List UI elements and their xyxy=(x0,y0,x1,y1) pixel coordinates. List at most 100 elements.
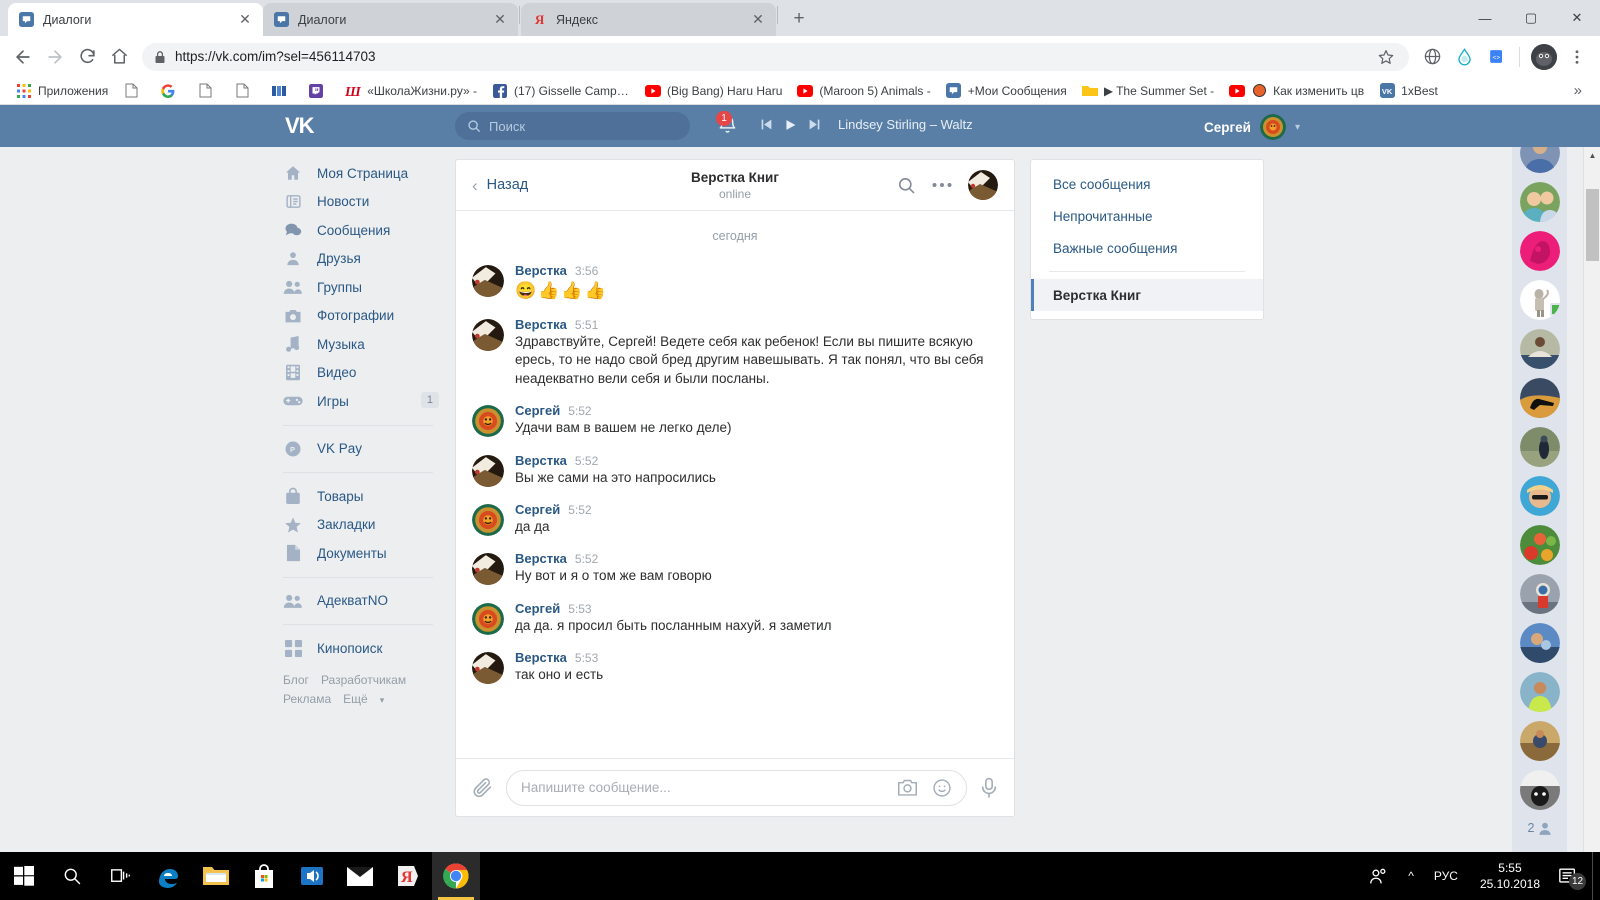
sidebar-item-photos[interactable]: Фотографии xyxy=(275,302,441,331)
avatar[interactable] xyxy=(472,602,504,635)
footer-link-devs[interactable]: Разработчикам xyxy=(321,673,406,687)
mail-button[interactable] xyxy=(336,852,384,900)
new-tab-button[interactable]: + xyxy=(785,5,813,33)
friend-avatar[interactable] xyxy=(1519,280,1560,320)
friend-avatar[interactable] xyxy=(1519,770,1560,810)
footer-link-blog[interactable]: Блог xyxy=(283,673,309,687)
avatar[interactable] xyxy=(472,504,504,537)
message-input[interactable]: Напишите сообщение... xyxy=(506,769,967,806)
message-author[interactable]: Верстка xyxy=(515,650,567,665)
bookmark-item[interactable] xyxy=(228,80,262,102)
bookmark-item[interactable] xyxy=(265,80,299,102)
search-button[interactable] xyxy=(48,852,96,900)
friend-avatar[interactable] xyxy=(1519,147,1560,173)
message-author[interactable]: Сергей xyxy=(515,403,560,418)
message-list[interactable]: сегодня Верстка 3:56 😄👍👍👍 Верстка 5:51 З… xyxy=(456,211,1014,758)
sidebar-item-friends[interactable]: Друзья xyxy=(275,245,441,274)
bookmark-item[interactable]: +Мои Сообщения xyxy=(940,80,1073,102)
bookmark-item[interactable]: (Big Bang) Haru Haru xyxy=(639,80,788,102)
file-explorer-button[interactable] xyxy=(192,852,240,900)
sidebar-item-kinopoisk[interactable]: Кинопоиск xyxy=(275,634,441,663)
search-icon[interactable] xyxy=(897,176,916,195)
notifications-bell[interactable]: 1 xyxy=(716,111,740,138)
star-icon[interactable] xyxy=(1375,46,1397,68)
notification-center-button[interactable]: 12 xyxy=(1552,852,1592,900)
message-author[interactable]: Верстка xyxy=(515,317,567,332)
sidebar-item-goods[interactable]: Товары xyxy=(275,482,441,511)
sidebar-item-groups[interactable]: Группы xyxy=(275,273,441,302)
reload-button[interactable] xyxy=(72,42,102,72)
folder-verstka-knig[interactable]: Верстка Книг xyxy=(1031,279,1263,311)
browser-tab-1[interactable]: Диалоги ✕ xyxy=(8,3,263,36)
play-icon[interactable] xyxy=(784,118,797,132)
sidebar-item-bookmarks[interactable]: Закладки xyxy=(275,511,441,540)
message-author[interactable]: Верстка xyxy=(515,263,567,278)
message-author[interactable]: Сергей xyxy=(515,601,560,616)
scroll-up-button[interactable]: ▲ xyxy=(1584,147,1600,164)
maximize-button[interactable]: ▢ xyxy=(1508,2,1554,34)
bookmark-item[interactable]: VK 1xBest xyxy=(1373,80,1444,102)
friend-avatar[interactable] xyxy=(1519,721,1560,761)
avatar[interactable] xyxy=(472,265,504,297)
forward-button[interactable] xyxy=(40,42,70,72)
page-scrollbar[interactable]: ▲ ▼ xyxy=(1583,147,1600,852)
bookmark-item[interactable]: Ш «ШколаЖизни.ру» - xyxy=(339,80,483,102)
language-indicator[interactable]: РУС xyxy=(1424,852,1468,900)
folder-important[interactable]: Важные сообщения xyxy=(1031,232,1263,264)
edge-button[interactable] xyxy=(144,852,192,900)
sidebar-item-music[interactable]: Музыка xyxy=(275,330,441,359)
avatar[interactable] xyxy=(472,553,504,586)
address-bar[interactable]: https://vk.com/im?sel=456114703 xyxy=(142,42,1409,71)
chrome-menu-icon[interactable] xyxy=(1562,42,1592,72)
avatar[interactable] xyxy=(472,454,504,487)
back-button[interactable]: ‹ Назад xyxy=(472,177,528,194)
folder-unread[interactable]: Непрочитанные xyxy=(1031,200,1263,232)
media-button[interactable] xyxy=(288,852,336,900)
chrome-button[interactable] xyxy=(432,852,480,900)
yandex-browser-button[interactable]: Я xyxy=(384,852,432,900)
vk-search-input[interactable]: Поиск xyxy=(455,112,690,140)
friend-avatar[interactable] xyxy=(1519,427,1560,467)
message-author[interactable]: Сергей xyxy=(515,502,560,517)
avatar[interactable] xyxy=(472,652,504,685)
bookmark-item[interactable] xyxy=(117,80,151,102)
bookmarks-overflow-button[interactable]: » xyxy=(1566,80,1590,101)
tab-close-button[interactable]: ✕ xyxy=(492,11,508,28)
chat-avatar[interactable] xyxy=(968,170,998,200)
script-extension-icon[interactable]: <> xyxy=(1481,42,1511,72)
sidebar-item-documents[interactable]: Документы xyxy=(275,539,441,568)
bookmark-item[interactable]: (17) Gisselle Campbe xyxy=(486,80,636,102)
tray-expand-chevron[interactable]: ^ xyxy=(1398,852,1424,900)
sidebar-item-messages[interactable]: Сообщения xyxy=(275,216,441,245)
avatar[interactable] xyxy=(472,405,504,438)
camera-icon[interactable] xyxy=(897,778,918,797)
profile-avatar[interactable] xyxy=(1531,43,1557,70)
droplet-extension-icon[interactable] xyxy=(1449,42,1479,72)
friend-avatar[interactable] xyxy=(1519,329,1560,369)
home-button[interactable] xyxy=(104,42,134,72)
message-author[interactable]: Верстка xyxy=(515,453,567,468)
friend-avatar[interactable] xyxy=(1519,574,1560,614)
footer-link-ads[interactable]: Реклама xyxy=(283,692,331,706)
bookmark-apps[interactable]: Приложения xyxy=(10,80,114,102)
scrollbar-thumb[interactable] xyxy=(1586,189,1599,261)
friend-avatar[interactable] xyxy=(1519,476,1560,516)
friend-avatar[interactable] xyxy=(1519,231,1560,271)
bookmark-item[interactable]: (Maroon 5) Animals - xyxy=(791,80,936,102)
browser-tab-2[interactable]: Диалоги ✕ xyxy=(263,3,518,36)
bookmark-item[interactable]: ▶ The Summer Set - xyxy=(1076,80,1220,102)
friend-avatar[interactable] xyxy=(1519,623,1560,663)
paperclip-icon[interactable] xyxy=(472,777,493,798)
clock[interactable]: 5:55 25.10.2018 xyxy=(1468,860,1552,892)
sidebar-item-video[interactable]: Видео xyxy=(275,359,441,388)
sidebar-item-adekvatno[interactable]: АдекватNO xyxy=(275,587,441,616)
friend-avatar[interactable] xyxy=(1519,672,1560,712)
show-desktop-button[interactable] xyxy=(1592,852,1600,900)
sidebar-item-games[interactable]: Игры 1 xyxy=(275,387,441,416)
tab-close-button[interactable]: ✕ xyxy=(750,11,766,28)
bookmark-item[interactable] xyxy=(191,80,225,102)
tab-close-button[interactable]: ✕ xyxy=(237,11,253,28)
bookmark-item[interactable] xyxy=(302,80,336,102)
footer-link-more[interactable]: Ещё xyxy=(343,692,368,706)
friend-avatar[interactable] xyxy=(1519,525,1560,565)
